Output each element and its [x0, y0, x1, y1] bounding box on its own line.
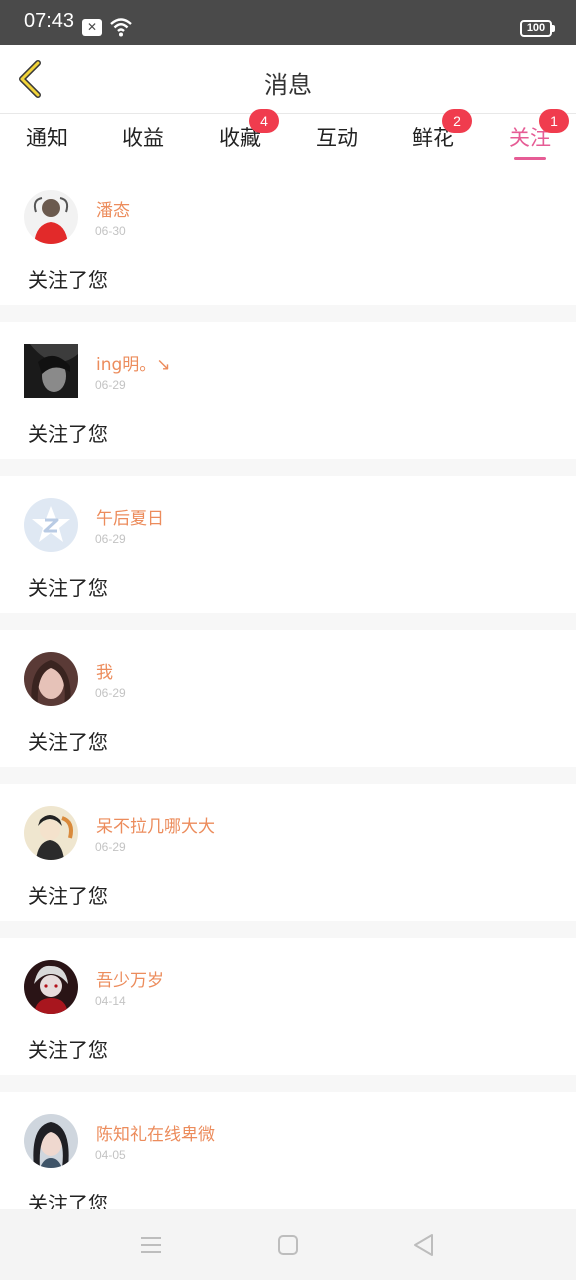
user-avatar[interactable]	[24, 498, 78, 552]
username[interactable]: ing明。↘	[96, 350, 171, 375]
list-item[interactable]: ing明。↘ 06-29 关注了您	[0, 322, 576, 459]
user-avatar[interactable]	[24, 652, 78, 706]
message-date: 06-29	[95, 686, 126, 700]
message-date: 06-29	[95, 532, 126, 546]
username[interactable]: 陈知礼在线卑微	[96, 1120, 215, 1145]
username[interactable]: 吾少万岁	[96, 966, 164, 991]
user-avatar[interactable]	[24, 190, 78, 244]
tab-favorites[interactable]: 收藏 4	[205, 109, 279, 152]
status-time: 07:43	[24, 10, 75, 32]
username[interactable]: 我	[96, 658, 113, 683]
wifi-icon	[110, 18, 132, 37]
tab-flowers[interactable]: 鲜花 2	[398, 109, 472, 152]
message-date: 06-29	[95, 378, 126, 392]
username[interactable]: 潘态	[96, 196, 130, 221]
tab-interactions[interactable]: 互动	[302, 122, 372, 152]
message-text: 关注了您	[28, 422, 108, 446]
list-item[interactable]: 呆不拉几哪大大 06-29 关注了您	[0, 784, 576, 921]
system-nav-bar	[0, 1209, 576, 1280]
home-icon[interactable]	[273, 1231, 303, 1259]
message-text: 关注了您	[28, 1038, 108, 1062]
unread-badge: 4	[249, 109, 279, 133]
message-text: 关注了您	[28, 576, 108, 600]
message-date: 06-29	[95, 840, 126, 854]
tab-follows[interactable]: 关注 1	[495, 109, 569, 160]
list-item[interactable]: 潘态 06-30 关注了您	[0, 168, 576, 305]
tab-earnings[interactable]: 收益	[108, 122, 178, 152]
battery-indicator: 100	[520, 20, 555, 37]
tab-notifications[interactable]: 通知	[12, 122, 82, 152]
list-item[interactable]: 我 06-29 关注了您	[0, 630, 576, 767]
message-date: 04-14	[95, 994, 126, 1008]
message-date: 04-05	[95, 1148, 126, 1162]
tab-label: 通知	[26, 126, 68, 150]
list-item[interactable]: 午后夏日 06-29 关注了您	[0, 476, 576, 613]
message-text: 关注了您	[28, 730, 108, 754]
page-title: 消息	[264, 71, 312, 99]
menu-icon[interactable]	[136, 1231, 166, 1259]
username[interactable]: 午后夏日	[96, 504, 164, 529]
tab-label: 收益	[122, 126, 164, 150]
message-text: 关注了您	[28, 884, 108, 908]
user-avatar[interactable]	[24, 344, 78, 398]
header: 消息	[0, 45, 576, 114]
unread-badge: 1	[539, 109, 569, 133]
active-tab-indicator	[514, 157, 546, 160]
list-item[interactable]: 吾少万岁 04-14 关注了您	[0, 938, 576, 1075]
message-text: 关注了您	[28, 268, 108, 292]
notification-icon: ✕	[82, 19, 102, 36]
tab-label: 互动	[316, 126, 358, 150]
message-date: 06-30	[95, 224, 126, 238]
user-avatar[interactable]	[24, 960, 78, 1014]
back-icon[interactable]	[409, 1231, 439, 1259]
category-tabs: 通知 收益 收藏 4 互动 鲜花 2 关注 1	[0, 109, 576, 168]
user-avatar[interactable]	[24, 806, 78, 860]
username[interactable]: 呆不拉几哪大大	[96, 812, 215, 837]
user-avatar[interactable]	[24, 1114, 78, 1168]
status-bar: 07:43 ✕ 100	[0, 0, 576, 45]
unread-badge: 2	[442, 109, 472, 133]
